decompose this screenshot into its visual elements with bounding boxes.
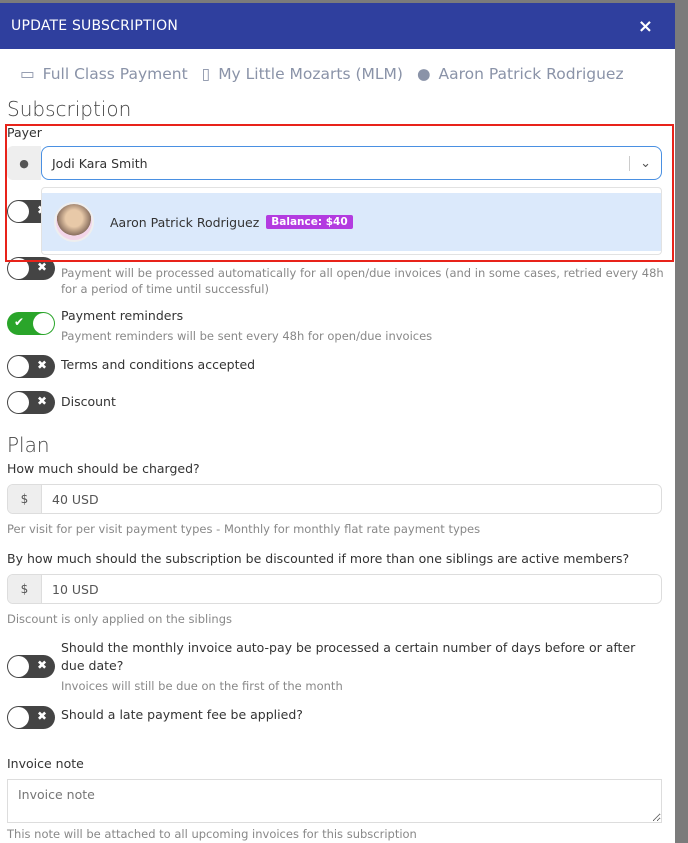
autopay-help: Payment will be processed automatically … (61, 266, 664, 296)
charge-help: Per visit for per visit payment types - … (7, 522, 481, 536)
close-icon[interactable]: × (638, 16, 653, 37)
meta-item: ▭ Full Class Payment (20, 65, 188, 83)
meta-label: My Little Mozarts (MLM) (218, 65, 403, 83)
reminders-label: Payment reminders (61, 308, 184, 323)
autopay-offset-toggle[interactable]: ✖ (7, 655, 55, 678)
charge-input-group: $ (7, 484, 662, 514)
invoice-note-textarea[interactable] (7, 779, 662, 823)
clipboard-icon: ▯ (201, 65, 211, 83)
offset-help: Invoices will still be due on the first … (61, 679, 343, 693)
credit-card-icon: ▭ (20, 65, 35, 83)
meta-label: Aaron Patrick Rodriguez (438, 65, 624, 83)
modal-title: UPDATE SUBSCRIPTION (11, 18, 178, 34)
payment-reminders-toggle[interactable]: ✔ (7, 312, 55, 335)
dollar-icon: $ (8, 485, 42, 513)
reminders-help: Payment reminders will be sent every 48h… (61, 329, 433, 343)
offset-label: Should the monthly invoice auto-pay be p… (61, 640, 636, 673)
discount-toggle[interactable]: ✖ (7, 391, 55, 414)
subscription-heading: Subscription (7, 97, 132, 121)
terms-toggle[interactable]: ✖ (7, 355, 55, 378)
meta-item: ▯ My Little Mozarts (MLM) (202, 65, 403, 83)
late-fee-label: Should a late payment fee be applied? (61, 707, 303, 722)
meta-item: ● Aaron Patrick Rodriguez (417, 65, 624, 83)
meta-label: Full Class Payment (42, 65, 188, 83)
update-subscription-modal: UPDATE SUBSCRIPTION × ▭ Full Class Paymen… (0, 3, 675, 843)
late-fee-toggle[interactable]: ✖ (7, 706, 55, 729)
subscription-meta: ▭ Full Class Payment ▯ My Little Mozarts (… (20, 65, 624, 83)
invoice-note-help: This note will be attached to all upcomi… (7, 827, 417, 841)
sibling-discount-input[interactable] (42, 575, 661, 603)
sibling-input-group: $ (7, 574, 662, 604)
invoice-note-label: Invoice note (7, 756, 84, 771)
charge-label: How much should be charged? (7, 461, 200, 476)
dollar-icon: $ (8, 575, 42, 603)
sibling-label: By how much should the subscription be d… (7, 551, 630, 566)
highlight-box (5, 124, 674, 262)
modal-header: UPDATE SUBSCRIPTION × (0, 3, 675, 49)
discount-label: Discount (61, 394, 116, 409)
sibling-help: Discount is only applied on the siblings (7, 612, 232, 626)
plan-heading: Plan (7, 433, 50, 457)
terms-label: Terms and conditions accepted (61, 357, 256, 372)
user-icon: ● (416, 65, 431, 83)
charge-input[interactable] (42, 485, 661, 513)
